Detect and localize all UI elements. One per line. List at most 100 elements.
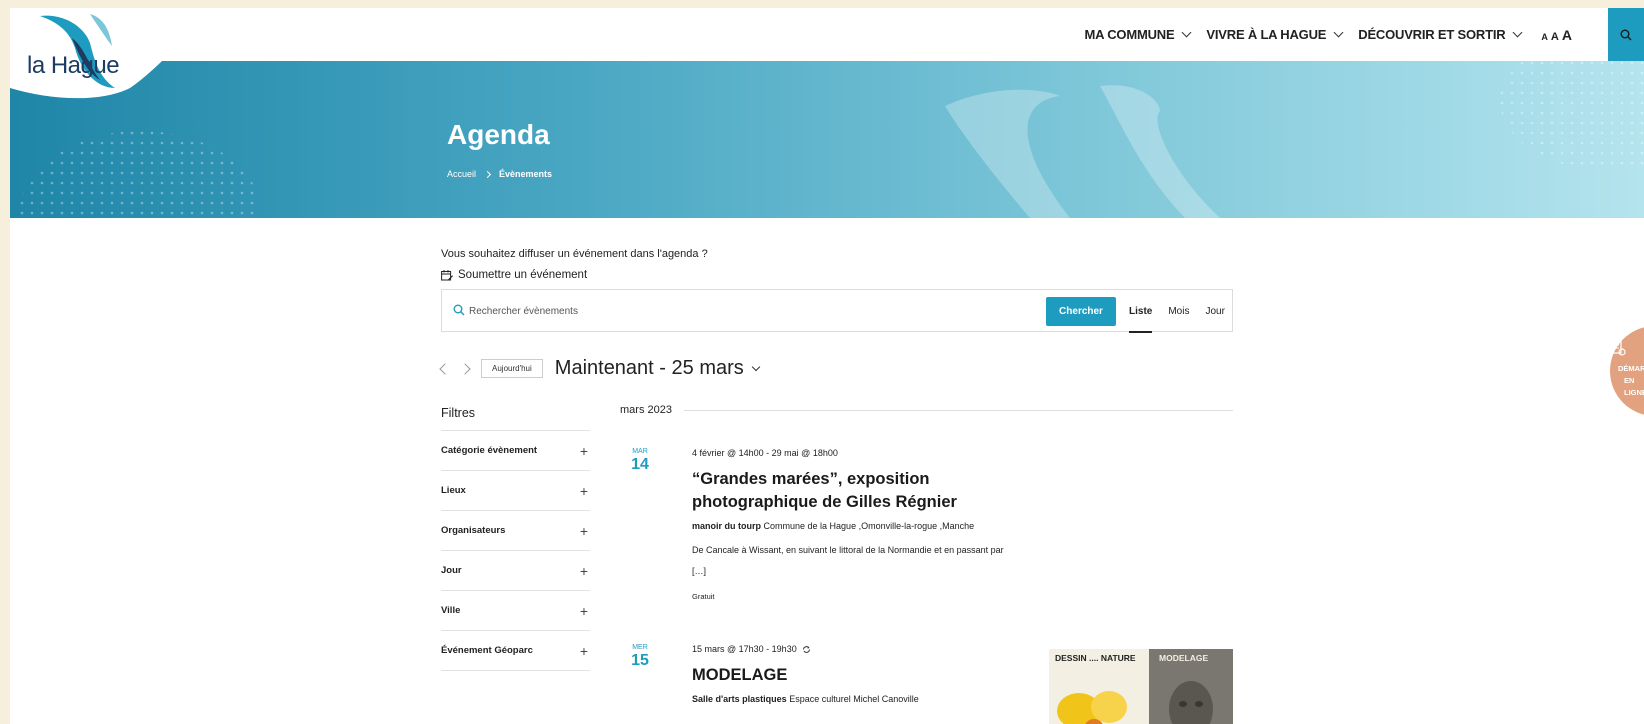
chevron-down-icon (1512, 27, 1523, 38)
tab-mois[interactable]: Mois (1168, 290, 1189, 333)
filters-panel: Filtres Catégorie évènement + Lieux + Or… (441, 406, 590, 671)
date-navigation: Aujourd'hui Maintenant - 25 mars (439, 357, 761, 380)
submit-event-label: Soumettre un événement (458, 269, 588, 281)
event-image-modelage: MODELAGE (1149, 649, 1233, 724)
month-separator: mars 2023 (620, 404, 1233, 416)
filter-label: Organisateurs (441, 525, 506, 536)
search-icon (453, 304, 465, 316)
divider (683, 409, 1233, 411)
event-title-link[interactable]: MODELAGE (692, 664, 1012, 687)
event-date: MAR 14 (620, 448, 660, 474)
event-venue: Salle d'arts plastiques Espace culturel … (692, 694, 1012, 704)
filter-label: Lieux (441, 485, 466, 496)
date-range-selector[interactable]: Maintenant - 25 mars (554, 357, 761, 380)
plus-icon: + (579, 642, 588, 659)
page-title: Agenda (447, 119, 550, 150)
breadcrumb-home[interactable]: Accueil (447, 169, 476, 179)
event-day: 15 (631, 652, 649, 669)
event-date: MER 15 (620, 644, 660, 670)
nav-item-label: DÉCOUVRIR ET SORTIR (1358, 27, 1506, 42)
event-search-input[interactable] (469, 300, 1009, 322)
event-image-dessin: DESSIN .... NATURE (1049, 649, 1149, 724)
hero-banner: Agenda Accueil Évènements (10, 61, 1644, 218)
nav-item-decouvrir[interactable]: DÉCOUVRIR ET SORTIR (1358, 27, 1523, 42)
venue-address: Espace culturel Michel Canoville (789, 694, 919, 704)
plus-icon: + (579, 442, 588, 459)
badge-line-1: DÉMARCH (1618, 364, 1644, 373)
plus-icon: + (579, 482, 588, 499)
chevron-down-icon (1333, 27, 1344, 38)
recurring-icon (802, 645, 810, 653)
site-logo[interactable]: la Hague (10, 8, 230, 103)
filter-categorie[interactable]: Catégorie évènement + (441, 431, 590, 471)
chevron-down-icon (751, 362, 761, 372)
event-weekday: MAR (632, 448, 648, 455)
date-range-label: Maintenant - 25 mars (554, 357, 744, 379)
hero-decoration (20, 61, 1644, 218)
event-weekday: MER (632, 644, 648, 651)
search-icon (1620, 29, 1632, 40)
event-image[interactable]: DESSIN .... NATURE MODELAGE (1049, 649, 1233, 724)
event-title-link[interactable]: “Grandes marées”, exposition photographi… (692, 468, 1012, 514)
venue-name: Salle d'arts plastiques (692, 694, 787, 704)
filter-label: Événement Géoparc (441, 645, 533, 656)
lemon-illustration (1057, 691, 1127, 724)
event-search-bar: Chercher Liste Mois Jour (441, 289, 1233, 333)
plus-icon: + (579, 602, 588, 619)
event-body: 15 mars @ 17h30 - 19h30 MODELAGE Salle d… (692, 644, 1012, 704)
filter-lieux[interactable]: Lieux + (441, 471, 590, 511)
plus-icon: + (579, 522, 588, 539)
event-venue: manoir du tourp Commune de la Hague ,Omo… (692, 521, 1012, 531)
event-datetime-label: 15 mars @ 17h30 - 19h30 (692, 644, 797, 654)
month-label: mars 2023 (620, 404, 672, 416)
breadcrumb: Accueil Évènements (447, 169, 552, 179)
tab-jour[interactable]: Jour (1205, 290, 1224, 333)
venue-address: Commune de la Hague ,Omonville-la-rogue … (763, 521, 975, 531)
header-search-button[interactable] (1608, 8, 1644, 61)
filter-label: Catégorie évènement (441, 445, 538, 456)
event-description: De Cancale à Wissant, en suivant le litt… (692, 545, 1004, 576)
logo-text: la Hague (27, 52, 120, 79)
filter-jour[interactable]: Jour + (441, 551, 590, 591)
nav-item-label: MA COMMUNE (1084, 27, 1175, 42)
nav-item-ma-commune[interactable]: MA COMMUNE (1084, 27, 1192, 42)
breadcrumb-current: Évènements (499, 169, 553, 179)
today-button[interactable]: Aujourd'hui (481, 359, 543, 378)
chevron-right-icon (483, 170, 492, 178)
main-nav: MA COMMUNE VIVRE À LA HAGUE DÉCOUVRIR ET… (1084, 8, 1572, 61)
filter-geoparc[interactable]: Événement Géoparc + (441, 631, 590, 671)
nav-item-label: VIVRE À LA HAGUE (1206, 27, 1327, 42)
nav-item-vivre[interactable]: VIVRE À LA HAGUE (1206, 27, 1344, 42)
sculpture-illustration (1169, 681, 1213, 724)
view-tabs: Liste Mois Jour (1129, 290, 1225, 333)
text-size-controls: A A A (1541, 27, 1572, 43)
event-datetime: 15 mars @ 17h30 - 19h30 (692, 644, 1012, 654)
venue-name: manoir du tourp (692, 521, 761, 531)
top-bar: MA COMMUNE VIVRE À LA HAGUE DÉCOUVRIR ET… (10, 8, 1644, 61)
event-body: 4 février @ 14h00 - 29 mai @ 18h00 “Gran… (692, 448, 1012, 601)
text-size-small[interactable]: A (1541, 32, 1548, 42)
next-arrow-icon[interactable] (459, 362, 471, 375)
chevron-down-icon (1181, 27, 1192, 38)
filters-title: Filtres (441, 406, 590, 431)
submit-event-link[interactable]: Soumettre un événement (441, 269, 587, 281)
online-services-label: DÉMARCH EN LIGNE (1618, 363, 1644, 399)
submit-question: Vous souhaitez diffuser un événement dan… (441, 248, 708, 260)
calendar-edit-icon (441, 269, 453, 280)
document-icon (1611, 340, 1626, 356)
plus-icon: + (579, 562, 588, 579)
tab-liste[interactable]: Liste (1129, 290, 1153, 333)
search-submit-button[interactable]: Chercher (1046, 297, 1116, 326)
badge-line-2: EN LIGNE (1624, 376, 1644, 397)
text-size-medium[interactable]: A (1551, 31, 1559, 43)
filter-label: Jour (441, 565, 462, 576)
event-cost: Gratuit (692, 592, 715, 601)
prev-arrow-icon[interactable] (439, 362, 451, 375)
filter-label: Ville (441, 605, 461, 616)
event-day: 14 (631, 456, 649, 473)
text-size-large[interactable]: A (1562, 27, 1572, 43)
filter-ville[interactable]: Ville + (441, 591, 590, 631)
filter-organisateurs[interactable]: Organisateurs + (441, 511, 590, 551)
page: MA COMMUNE VIVRE À LA HAGUE DÉCOUVRIR ET… (10, 8, 1644, 724)
event-datetime: 4 février @ 14h00 - 29 mai @ 18h00 (692, 448, 838, 458)
